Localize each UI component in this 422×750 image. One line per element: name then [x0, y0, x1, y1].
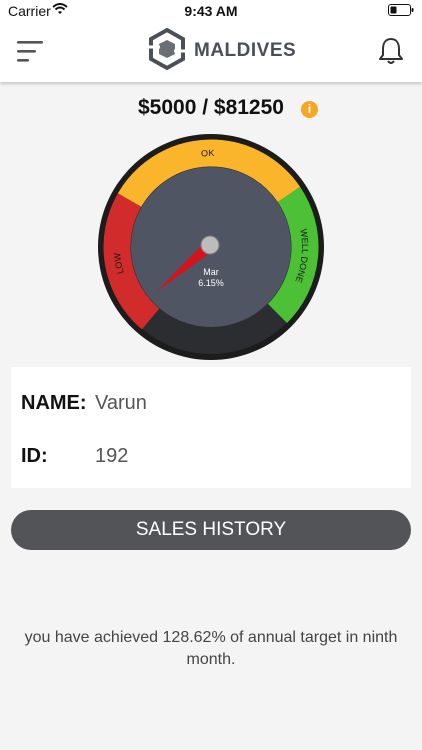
brand: MALDIVES [146, 27, 306, 73]
status-bar: Carrier 9:43 AM [0, 0, 422, 22]
brand-name: MALDIVES [194, 40, 297, 61]
sales-target: $5000 / $81250 [0, 96, 422, 120]
name-label: NAME: [21, 392, 87, 414]
performance-gauge: LOW OK WELL DONE Mar 6.15% [98, 134, 324, 360]
app-header: MALDIVES [0, 22, 422, 82]
logo-icon [148, 27, 186, 71]
id-label: ID: [21, 445, 48, 467]
bell-icon[interactable] [376, 36, 406, 66]
achievement-message: you have achieved 128.62% of annual targ… [24, 629, 398, 668]
status-time: 9:43 AM [184, 3, 238, 19]
gauge-hub [200, 235, 220, 255]
gauge-month: Mar [203, 267, 219, 277]
battery-icon [388, 4, 414, 16]
menu-icon[interactable] [16, 39, 46, 65]
gauge-percent: 6.15% [198, 278, 224, 288]
sales-history-button[interactable]: SALES HISTORY [11, 510, 411, 550]
info-icon[interactable]: i [301, 101, 318, 118]
target-amount: $5000 / $81250 [138, 96, 284, 119]
id-value: 192 [95, 445, 129, 467]
name-value: Varun [95, 392, 147, 414]
gauge-label-ok: OK [201, 148, 215, 158]
profile-card: NAME: Varun ID: 192 [11, 367, 411, 488]
